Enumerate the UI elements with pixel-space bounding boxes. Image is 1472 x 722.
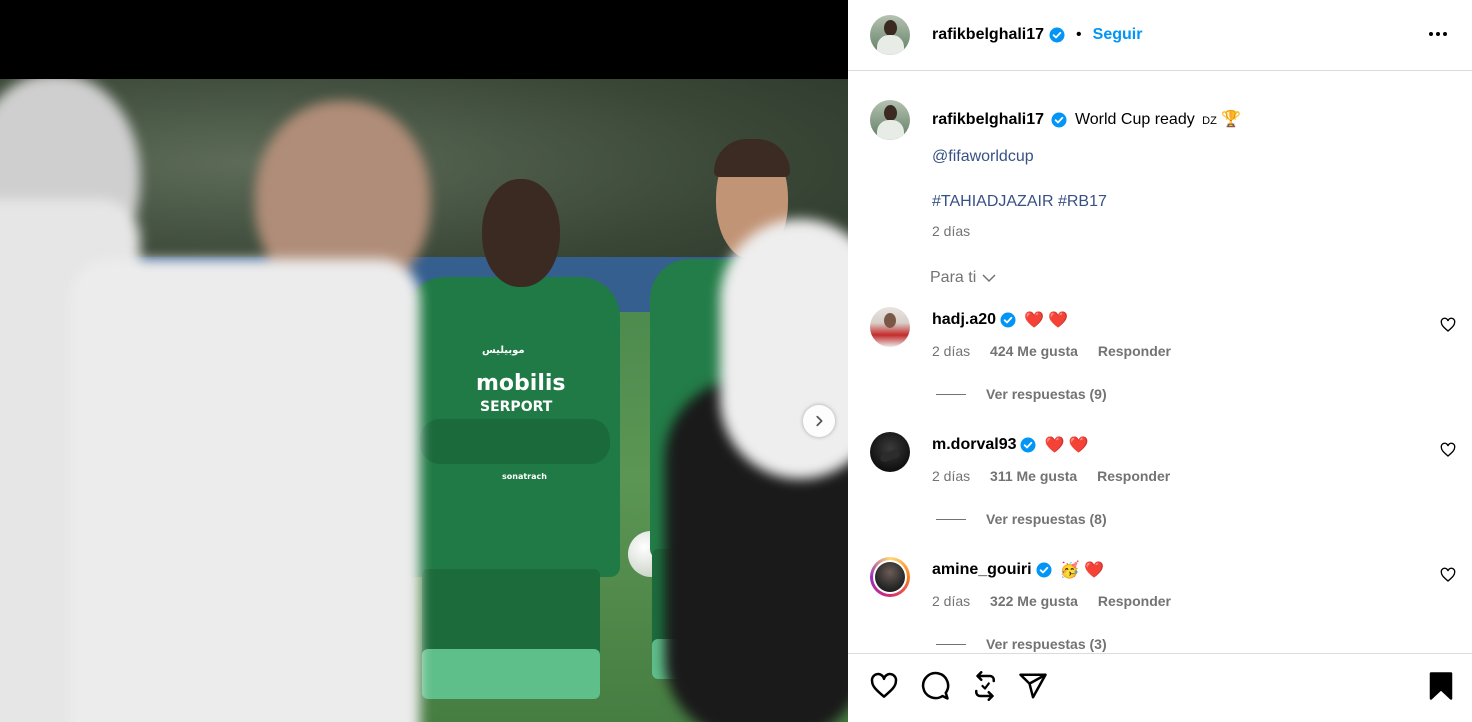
comment-sort-dropdown[interactable]: Para ti	[930, 269, 996, 287]
comments-scroll-area[interactable]: rafikbelghali17 World Cup ready DZ 🏆 @fi…	[848, 71, 1472, 653]
trophy-emoji: 🏆	[1221, 111, 1242, 128]
next-photo-button[interactable]	[803, 405, 835, 437]
replies-divider	[936, 643, 966, 645]
caption-username[interactable]: rafikbelghali17	[932, 111, 1044, 128]
verified-badge-icon	[1049, 27, 1065, 43]
view-replies-button[interactable]: Ver respuestas (3)	[936, 636, 1107, 652]
author-username[interactable]: rafikbelghali17	[932, 26, 1044, 44]
comment-meta: 2 días 311 Me gusta Responder	[932, 468, 1186, 484]
comment-time[interactable]: 2 días	[932, 468, 970, 484]
commenter-avatar-story-ring[interactable]	[870, 557, 910, 597]
comment-reply-button[interactable]: Responder	[1098, 343, 1171, 359]
comment-text: ❤️ ❤️	[1024, 312, 1069, 329]
caption-hashtags-link[interactable]: #TAHIADJAZAIR #RB17	[932, 193, 1107, 211]
comment-like-heart-icon[interactable]	[1440, 442, 1456, 458]
chevron-down-icon	[982, 274, 996, 283]
commenter-username[interactable]: amine_gouiri	[932, 561, 1032, 579]
view-replies-button[interactable]: Ver respuestas (9)	[936, 386, 1107, 402]
view-replies-label: Ver respuestas (3)	[986, 636, 1107, 652]
comment-text: 🥳 ❤️	[1059, 562, 1104, 579]
separator-dot: •	[1076, 26, 1082, 43]
bookmark-icon[interactable]	[1426, 671, 1456, 701]
comment-item: m.dorval93 ❤️ ❤️ 2 días 311 Me gusta Res…	[870, 432, 1460, 542]
replies-divider	[936, 518, 966, 520]
post-media: موبيليس mobilis SERPORT sonatrach	[0, 0, 848, 722]
author-avatar[interactable]	[870, 15, 910, 55]
heart-icon[interactable]	[869, 671, 899, 701]
caption-author-avatar[interactable]	[870, 100, 910, 140]
comment-icon[interactable]	[920, 671, 950, 701]
photo-sponsor-main: mobilis	[476, 371, 566, 396]
share-icon[interactable]	[1018, 671, 1048, 701]
follow-button[interactable]: Seguir	[1093, 26, 1143, 44]
flag-text: DZ	[1202, 115, 1217, 127]
comment-like-count[interactable]: 424 Me gusta	[990, 343, 1078, 359]
comment-meta: 2 días 322 Me gusta Responder	[932, 593, 1187, 609]
photo-sponsor-arabic: موبيليس	[482, 345, 525, 356]
caption-text: rafikbelghali17 World Cup ready DZ 🏆	[932, 109, 1241, 129]
caption-time[interactable]: 2 días	[932, 223, 970, 239]
post-side-panel: rafikbelghali17 • Seguir rafikbelghali17	[848, 0, 1472, 722]
comment-item: hadj.a20 ❤️ ❤️ 2 días 424 Me gusta Respo…	[870, 307, 1460, 417]
replies-divider	[936, 393, 966, 395]
comment-time[interactable]: 2 días	[932, 593, 970, 609]
comment-like-count[interactable]: 311 Me gusta	[990, 468, 1077, 484]
comment-like-heart-icon[interactable]	[1440, 567, 1456, 583]
commenter-username[interactable]: hadj.a20	[932, 311, 996, 329]
comment-item: amine_gouiri 🥳 ❤️ 2 días 322 Me gusta Re…	[870, 557, 1460, 653]
comment-reply-button[interactable]: Responder	[1097, 468, 1170, 484]
view-replies-button[interactable]: Ver respuestas (8)	[936, 511, 1107, 527]
commenter-avatar[interactable]	[870, 432, 910, 472]
view-replies-label: Ver respuestas (9)	[986, 386, 1107, 402]
caption-mention-link[interactable]: @fifaworldcup	[932, 148, 1034, 166]
caption-message: World Cup ready	[1074, 111, 1195, 128]
photo-sponsor-bottom: sonatrach	[502, 472, 547, 481]
verified-badge-icon	[1036, 562, 1052, 578]
more-horizontal-icon	[1429, 32, 1447, 36]
commenter-avatar[interactable]	[870, 307, 910, 347]
repost-icon[interactable]	[970, 671, 1000, 701]
verified-badge-icon	[1051, 112, 1066, 128]
post-photo: موبيليس mobilis SERPORT sonatrach	[0, 79, 848, 722]
view-replies-label: Ver respuestas (8)	[986, 511, 1107, 527]
comment-reply-button[interactable]: Responder	[1098, 593, 1171, 609]
commenter-username[interactable]: m.dorval93	[932, 436, 1016, 454]
comment-like-heart-icon[interactable]	[1440, 317, 1456, 333]
verified-badge-icon	[1020, 437, 1036, 453]
more-options-button[interactable]	[1426, 22, 1450, 46]
post-action-bar	[848, 653, 1472, 722]
comment-sort-label: Para ti	[930, 269, 977, 286]
comment-like-count[interactable]: 322 Me gusta	[990, 593, 1078, 609]
comment-time[interactable]: 2 días	[932, 343, 970, 359]
chevron-right-icon	[816, 415, 823, 427]
post-header: rafikbelghali17 • Seguir	[848, 0, 1472, 71]
photo-sponsor-sub: SERPORT	[480, 399, 553, 415]
comment-text: ❤️ ❤️	[1044, 437, 1089, 454]
verified-badge-icon	[1000, 312, 1016, 328]
comment-meta: 2 días 424 Me gusta Responder	[932, 343, 1187, 359]
